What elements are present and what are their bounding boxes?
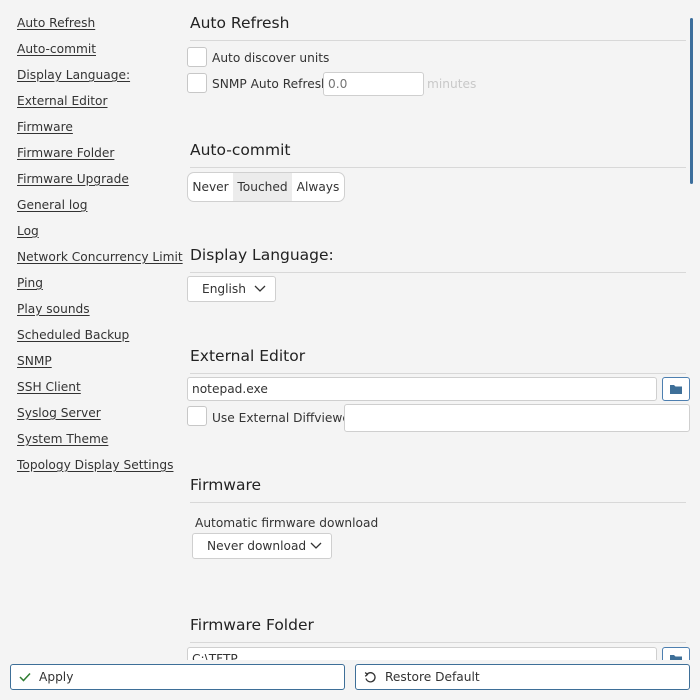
snmp-auto-refresh-checkbox[interactable]	[187, 73, 207, 93]
firmware-folder-divider	[190, 642, 686, 643]
firmware-heading: Firmware	[190, 476, 262, 494]
sidebar-item-firmware[interactable]: Firmware	[17, 120, 73, 134]
auto-refresh-heading: Auto Refresh	[190, 14, 290, 32]
sidebar-item-snmp[interactable]: SNMP	[17, 354, 52, 368]
display-language-divider	[190, 272, 686, 273]
firmware-download-value: Never download	[207, 539, 307, 553]
sidebar-item-general-log[interactable]: General log	[17, 198, 87, 212]
chevron-down-icon	[254, 285, 266, 292]
snmp-auto-refresh-label: SNMP Auto Refresh	[212, 77, 329, 91]
sidebar-item-system-theme[interactable]: System Theme	[17, 432, 108, 446]
browse-firmware-folder-button[interactable]	[662, 647, 690, 660]
auto-commit-divider	[190, 167, 686, 168]
sidebar-item-syslog-server[interactable]: Syslog Server	[17, 406, 101, 420]
restore-default-button[interactable]: Restore Default	[355, 664, 690, 690]
external-editor-path-input[interactable]: notepad.exe	[187, 377, 657, 401]
sidebar-item-firmware-folder[interactable]: Firmware Folder	[17, 146, 114, 160]
settings-content: Auto Refresh Auto discover units SNMP Au…	[180, 0, 692, 660]
settings-sidebar: Auto Refresh Auto-commit Display Languag…	[0, 0, 183, 660]
display-language-dropdown[interactable]: English	[187, 276, 276, 302]
sidebar-item-network-concurrency-limit[interactable]: Network Concurrency Limit	[17, 250, 183, 264]
firmware-folder-path-input[interactable]: C:\TFTP	[187, 647, 657, 660]
chevron-down-icon	[310, 542, 322, 549]
folder-icon	[670, 385, 682, 394]
external-editor-heading: External Editor	[190, 347, 306, 365]
firmware-folder-heading: Firmware Folder	[190, 616, 314, 634]
sidebar-item-external-editor[interactable]: External Editor	[17, 94, 108, 108]
sidebar-item-ping[interactable]: Ping	[17, 276, 43, 290]
firmware-divider	[190, 502, 686, 503]
sidebar-item-firmware-upgrade[interactable]: Firmware Upgrade	[17, 172, 129, 186]
auto-commit-option-always[interactable]: Always	[292, 173, 344, 201]
auto-commit-option-touched[interactable]: Touched	[233, 173, 292, 201]
action-bar: Apply Restore Default	[0, 660, 700, 700]
firmware-download-dropdown[interactable]: Never download	[192, 533, 332, 559]
firmware-download-label: Automatic firmware download	[195, 516, 379, 530]
display-language-heading: Display Language:	[190, 246, 334, 264]
restore-default-label: Restore Default	[385, 670, 480, 684]
content-scrollbar[interactable]	[690, 18, 693, 184]
sidebar-item-auto-commit[interactable]: Auto-commit	[17, 42, 96, 56]
folder-icon	[670, 655, 682, 660]
browse-editor-button[interactable]	[662, 377, 690, 401]
sidebar-item-log[interactable]: Log	[17, 224, 39, 238]
checkmark-icon	[19, 672, 31, 682]
auto-commit-option-never[interactable]: Never	[188, 173, 233, 201]
external-diffviewer-checkbox[interactable]	[187, 406, 207, 426]
auto-discover-label: Auto discover units	[212, 51, 330, 65]
sidebar-item-scheduled-backup[interactable]: Scheduled Backup	[17, 328, 129, 342]
snmp-interval-input[interactable]	[323, 72, 424, 96]
auto-commit-heading: Auto-commit	[190, 141, 291, 159]
snmp-interval-unit: minutes	[427, 77, 477, 91]
sidebar-item-ssh-client[interactable]: SSH Client	[17, 380, 81, 394]
restore-icon	[364, 671, 377, 684]
sidebar-item-display-language[interactable]: Display Language:	[17, 68, 130, 82]
auto-refresh-divider	[190, 40, 686, 41]
external-diffviewer-path-input[interactable]	[344, 404, 690, 432]
sidebar-item-topology-display-settings[interactable]: Topology Display Settings	[17, 458, 173, 472]
auto-commit-segmented-control: Never Touched Always	[187, 172, 345, 202]
sidebar-item-play-sounds[interactable]: Play sounds	[17, 302, 90, 316]
apply-button[interactable]: Apply	[10, 664, 345, 690]
external-diffviewer-label: Use External Diffviewer	[212, 411, 355, 425]
display-language-value: English	[202, 282, 247, 296]
auto-discover-checkbox[interactable]	[187, 47, 207, 67]
external-editor-divider	[190, 373, 686, 374]
sidebar-item-auto-refresh[interactable]: Auto Refresh	[17, 16, 95, 30]
apply-button-label: Apply	[39, 670, 74, 684]
